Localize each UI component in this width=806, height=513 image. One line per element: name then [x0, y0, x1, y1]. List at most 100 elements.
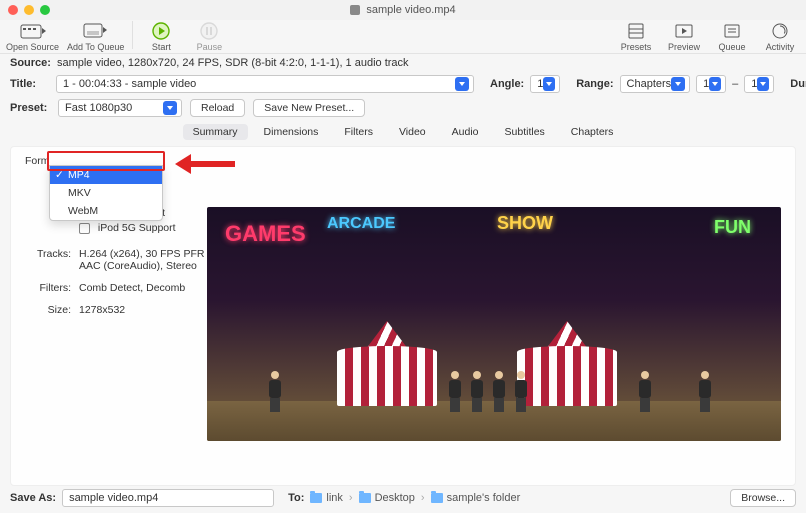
browse-button[interactable]: Browse... — [730, 489, 796, 507]
queue-icon — [712, 21, 752, 41]
preview-label: Preview — [668, 42, 700, 52]
tracks-label: Tracks: — [25, 248, 71, 272]
save-new-preset-button[interactable]: Save New Preset... — [253, 99, 365, 117]
toolbar: Open Source Add To Queue Start Pause — [0, 20, 806, 54]
save-as-value: sample video.mp4 — [69, 492, 158, 504]
preview-button[interactable]: Preview — [664, 21, 704, 52]
figure-4 — [513, 371, 529, 411]
range-from-select[interactable]: 1 — [696, 75, 726, 93]
path-seg-0: link — [326, 492, 343, 504]
folder-icon — [431, 493, 443, 503]
destination-path[interactable]: link › Desktop › sample's folder — [310, 492, 520, 504]
angle-label: Angle: — [490, 78, 524, 90]
neon-sign-2: ARCADE — [327, 215, 395, 233]
add-to-queue-button[interactable]: Add To Queue — [67, 21, 124, 52]
tab-video[interactable]: Video — [389, 124, 436, 140]
figure-6 — [637, 371, 653, 411]
start-button[interactable]: Start — [141, 21, 181, 52]
tab-chapters[interactable]: Chapters — [561, 124, 624, 140]
filters-label: Filters: — [25, 282, 71, 294]
summary-panel: Form MP4 MKV WebM Align A/V Start iPod 5… — [10, 146, 796, 486]
source-row: Source: sample video, 1280x720, 24 FPS, … — [0, 54, 806, 72]
folder-icon — [359, 493, 371, 503]
path-seg-1: Desktop — [375, 492, 415, 504]
pause-label: Pause — [197, 42, 223, 52]
chevron-down-icon — [543, 77, 555, 91]
format-option-webm[interactable]: WebM — [50, 202, 162, 220]
size-label: Size: — [25, 304, 71, 316]
presets-button[interactable]: Presets — [616, 21, 656, 52]
preset-label: Preset: — [10, 102, 50, 114]
ipod-checkbox[interactable] — [79, 223, 90, 234]
range-mode-select[interactable]: Chapters — [620, 75, 691, 93]
preset-select[interactable]: Fast 1080p30 — [58, 99, 182, 117]
tab-filters[interactable]: Filters — [334, 124, 383, 140]
figure-3 — [491, 371, 507, 411]
ipod-label: iPod 5G Support — [98, 222, 176, 234]
video-preview: GAMES ARCADE SHOW FUN — [207, 207, 781, 441]
save-row: Save As: sample video.mp4 To: link › Des… — [0, 489, 806, 507]
window-title-text: sample video.mp4 — [366, 4, 455, 16]
title-select-value: 1 - 00:04:33 - sample video — [63, 78, 196, 90]
chevron-right-icon: › — [349, 492, 353, 504]
path-seg-2: sample's folder — [447, 492, 521, 504]
queue-label: Queue — [718, 42, 745, 52]
tracks-line2: AAC (CoreAudio), Stereo — [79, 260, 204, 272]
tab-dimensions[interactable]: Dimensions — [254, 124, 329, 140]
reload-button[interactable]: Reload — [190, 99, 245, 117]
tab-bar: Summary Dimensions Filters Video Audio S… — [0, 124, 806, 140]
presets-label: Presets — [621, 42, 652, 52]
summary-info: Align A/V Start iPod 5G Support Tracks: … — [25, 207, 204, 322]
chevron-down-icon — [671, 77, 685, 91]
window-title: sample video.mp4 — [0, 4, 806, 16]
format-option-mkv[interactable]: MKV — [50, 184, 162, 202]
queue-button[interactable]: Queue — [712, 21, 752, 52]
tab-summary[interactable]: Summary — [183, 124, 248, 140]
preview-icon — [664, 21, 704, 41]
chevron-down-icon — [455, 77, 469, 91]
preset-row: Preset: Fast 1080p30 Reload Save New Pre… — [0, 96, 806, 120]
pause-icon — [189, 21, 229, 41]
save-as-field[interactable]: sample video.mp4 — [62, 489, 274, 507]
open-source-label: Open Source — [6, 42, 59, 52]
format-label: Form — [25, 155, 50, 167]
chevron-right-icon: › — [421, 492, 425, 504]
open-source-icon — [13, 21, 53, 41]
chevron-down-icon — [757, 77, 769, 91]
tracks-line1: H.264 (x264), 30 FPS PFR — [79, 248, 204, 260]
format-dropdown-menu[interactable]: MP4 MKV WebM — [49, 165, 163, 221]
source-value: sample video, 1280x720, 24 FPS, SDR (8-b… — [57, 57, 409, 69]
play-icon — [141, 21, 181, 41]
neon-sign-4: FUN — [714, 217, 751, 238]
title-select[interactable]: 1 - 00:04:33 - sample video — [56, 75, 474, 93]
circus-tent-1 — [327, 321, 447, 406]
save-as-label: Save As: — [10, 492, 56, 504]
range-mode-value: Chapters — [627, 78, 672, 90]
tab-audio[interactable]: Audio — [442, 124, 489, 140]
figure-2 — [469, 371, 485, 411]
preset-value: Fast 1080p30 — [65, 102, 132, 114]
chevron-down-icon — [163, 101, 177, 115]
size-value: 1278x532 — [79, 304, 125, 316]
activity-icon — [760, 21, 800, 41]
presets-icon — [616, 21, 656, 41]
open-source-button[interactable]: Open Source — [6, 21, 59, 52]
add-to-queue-label: Add To Queue — [67, 42, 124, 52]
range-to-select[interactable]: 1 — [744, 75, 774, 93]
folder-icon — [310, 493, 322, 503]
activity-label: Activity — [766, 42, 795, 52]
title-label: Title: — [10, 78, 50, 90]
neon-sign-3: SHOW — [497, 213, 553, 234]
add-to-queue-icon — [76, 21, 116, 41]
angle-select[interactable]: 1 — [530, 75, 560, 93]
arrow-line — [189, 161, 235, 167]
to-label: To: — [288, 492, 304, 504]
activity-button[interactable]: Activity — [760, 21, 800, 52]
document-icon — [350, 5, 360, 15]
neon-sign-1: GAMES — [225, 221, 306, 247]
source-label: Source: — [10, 57, 51, 69]
tab-subtitles[interactable]: Subtitles — [495, 124, 555, 140]
chevron-down-icon — [709, 77, 721, 91]
annotation-highlight-box — [47, 151, 165, 171]
range-dash: – — [732, 78, 738, 90]
